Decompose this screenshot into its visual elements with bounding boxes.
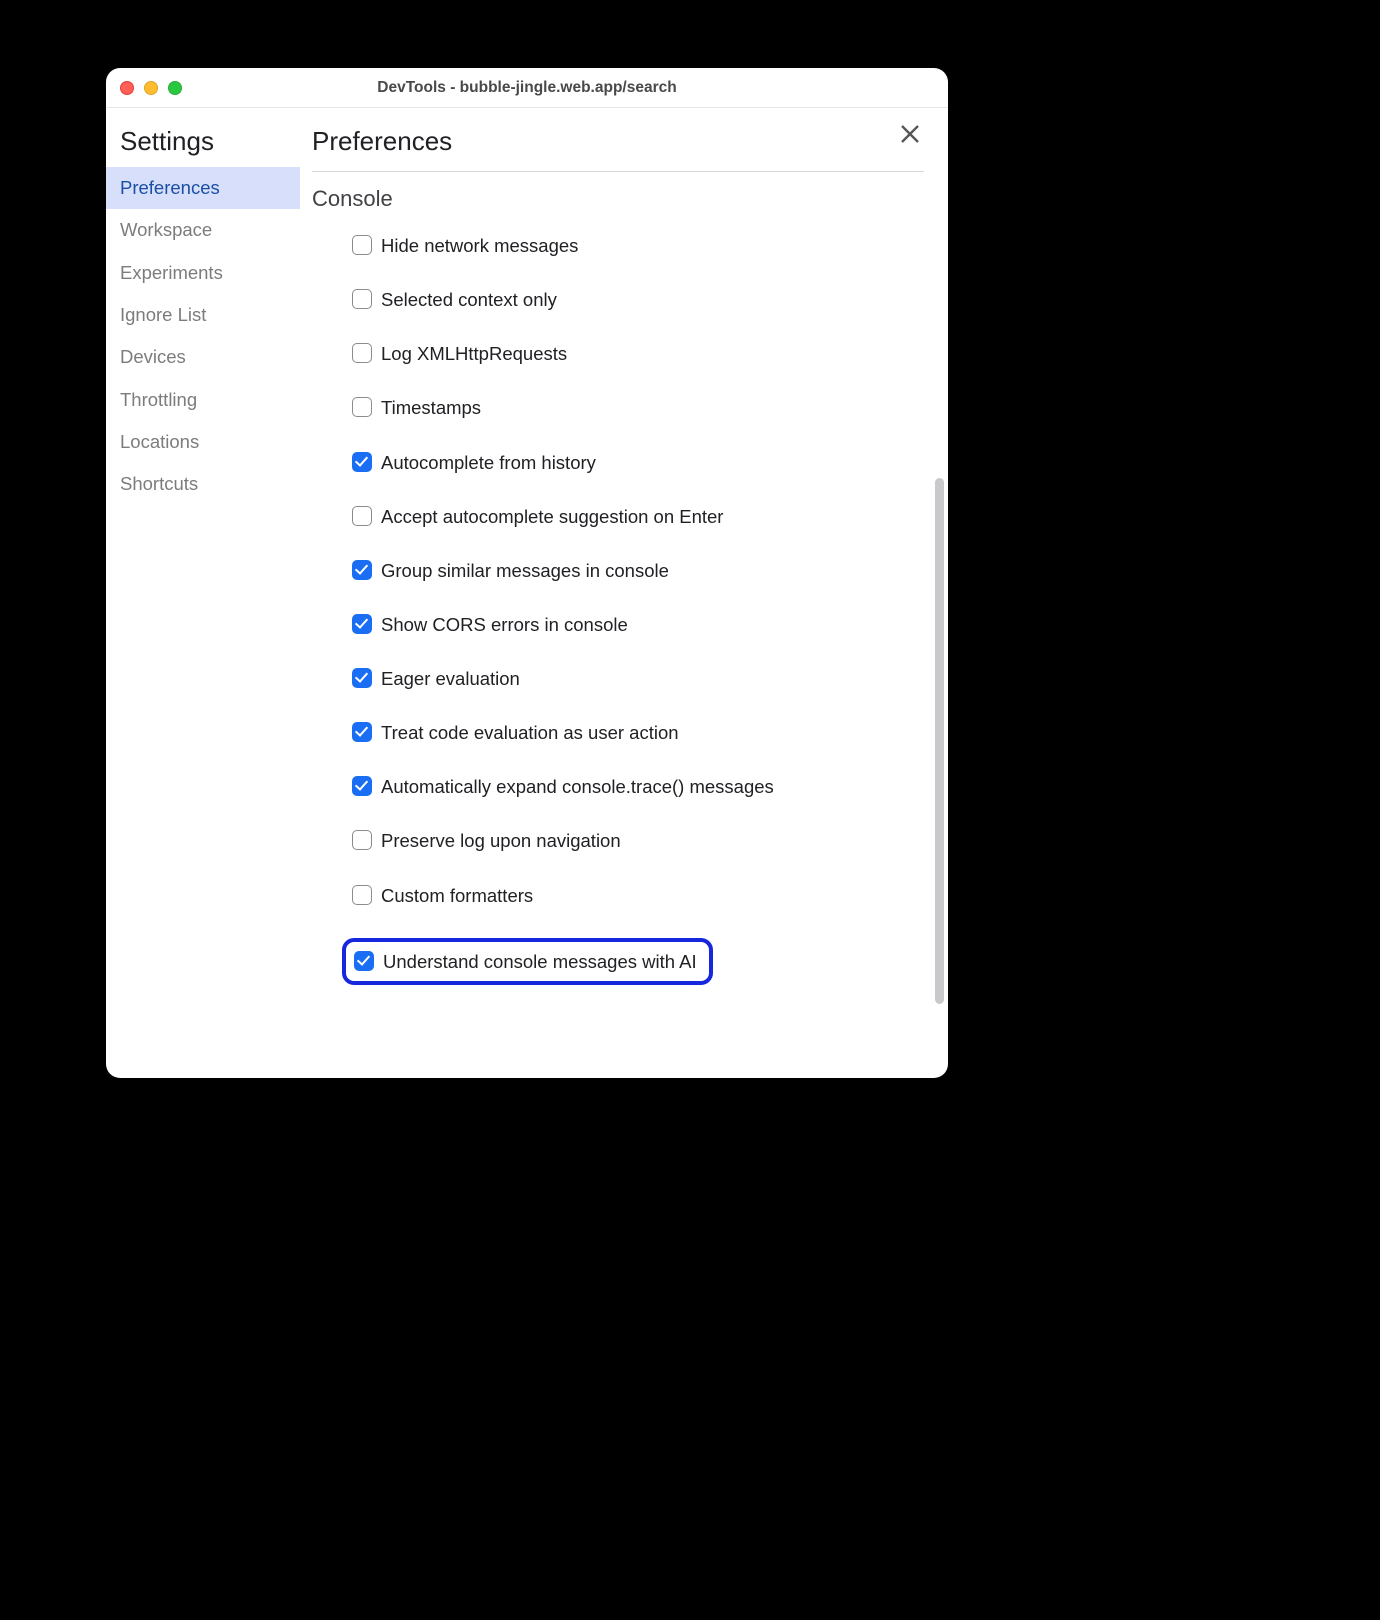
- window-minimize-button[interactable]: [144, 81, 158, 95]
- option-row[interactable]: Log XMLHttpRequests: [352, 342, 920, 365]
- checkbox[interactable]: [352, 397, 372, 417]
- window-titlebar: DevTools - bubble-jingle.web.app/search: [106, 68, 948, 108]
- checkbox[interactable]: [352, 668, 372, 688]
- option-row[interactable]: Eager evaluation: [352, 667, 920, 690]
- scrollbar-thumb[interactable]: [935, 478, 944, 1004]
- sidebar-title: Settings: [106, 120, 300, 167]
- checkbox[interactable]: [352, 830, 372, 850]
- option-row[interactable]: Selected context only: [352, 288, 920, 311]
- checkbox[interactable]: [352, 343, 372, 363]
- option-label: Understand console messages with AI: [383, 950, 697, 973]
- sidebar-item-locations[interactable]: Locations: [106, 421, 300, 463]
- checkbox[interactable]: [352, 560, 372, 580]
- sidebar-item-experiments[interactable]: Experiments: [106, 252, 300, 294]
- option-row[interactable]: Custom formatters: [352, 884, 920, 907]
- option-row[interactable]: Show CORS errors in console: [352, 613, 920, 636]
- scrollbar[interactable]: [935, 478, 944, 1004]
- option-row[interactable]: Preserve log upon navigation: [352, 829, 920, 852]
- checkbox[interactable]: [352, 506, 372, 526]
- option-row[interactable]: Automatically expand console.trace() mes…: [352, 775, 920, 798]
- settings-sidebar: Settings PreferencesWorkspaceExperiments…: [106, 108, 300, 1078]
- section-title: Console: [312, 186, 924, 212]
- option-row[interactable]: Autocomplete from history: [352, 451, 920, 474]
- option-row[interactable]: Timestamps: [352, 396, 920, 419]
- option-row[interactable]: Accept autocomplete suggestion on Enter: [352, 505, 920, 528]
- option-label: Selected context only: [381, 288, 557, 311]
- checkbox[interactable]: [352, 776, 372, 796]
- divider: [312, 171, 924, 172]
- checkbox[interactable]: [352, 235, 372, 255]
- option-label: Timestamps: [381, 396, 481, 419]
- option-label: Accept autocomplete suggestion on Enter: [381, 505, 723, 528]
- sidebar-item-workspace[interactable]: Workspace: [106, 209, 300, 251]
- page-title: Preferences: [312, 120, 924, 171]
- checkbox[interactable]: [354, 951, 374, 971]
- settings-content: Settings PreferencesWorkspaceExperiments…: [106, 108, 948, 1078]
- checkbox[interactable]: [352, 614, 372, 634]
- option-label: Hide network messages: [381, 234, 578, 257]
- close-settings-button[interactable]: [898, 122, 922, 146]
- options-list: Hide network messages Selected context on…: [312, 234, 924, 1078]
- devtools-window: DevTools - bubble-jingle.web.app/search …: [106, 68, 948, 1078]
- window-maximize-button[interactable]: [168, 81, 182, 95]
- checkbox[interactable]: [352, 289, 372, 309]
- highlighted-option[interactable]: Understand console messages with AI: [342, 938, 713, 985]
- option-label: Automatically expand console.trace() mes…: [381, 775, 774, 798]
- option-row[interactable]: Group similar messages in console: [352, 559, 920, 582]
- sidebar-item-ignore-list[interactable]: Ignore List: [106, 294, 300, 336]
- sidebar-item-throttling[interactable]: Throttling: [106, 379, 300, 421]
- option-label: Group similar messages in console: [381, 559, 669, 582]
- option-label: Autocomplete from history: [381, 451, 596, 474]
- sidebar-item-preferences[interactable]: Preferences: [106, 167, 300, 209]
- sidebar-item-shortcuts[interactable]: Shortcuts: [106, 463, 300, 505]
- option-label: Custom formatters: [381, 884, 533, 907]
- option-label: Preserve log upon navigation: [381, 829, 621, 852]
- close-icon: [898, 122, 922, 146]
- settings-main: Preferences Console Hide network message…: [300, 108, 948, 1078]
- option-label: Treat code evaluation as user action: [381, 721, 679, 744]
- checkbox[interactable]: [352, 722, 372, 742]
- checkbox[interactable]: [352, 885, 372, 905]
- window-title: DevTools - bubble-jingle.web.app/search: [106, 79, 948, 97]
- option-label: Show CORS errors in console: [381, 613, 628, 636]
- sidebar-item-devices[interactable]: Devices: [106, 336, 300, 378]
- option-label: Log XMLHttpRequests: [381, 342, 567, 365]
- option-row[interactable]: Hide network messages: [352, 234, 920, 257]
- traffic-lights: [120, 81, 182, 95]
- window-close-button[interactable]: [120, 81, 134, 95]
- option-row[interactable]: Treat code evaluation as user action: [352, 721, 920, 744]
- option-label: Eager evaluation: [381, 667, 520, 690]
- checkbox[interactable]: [352, 452, 372, 472]
